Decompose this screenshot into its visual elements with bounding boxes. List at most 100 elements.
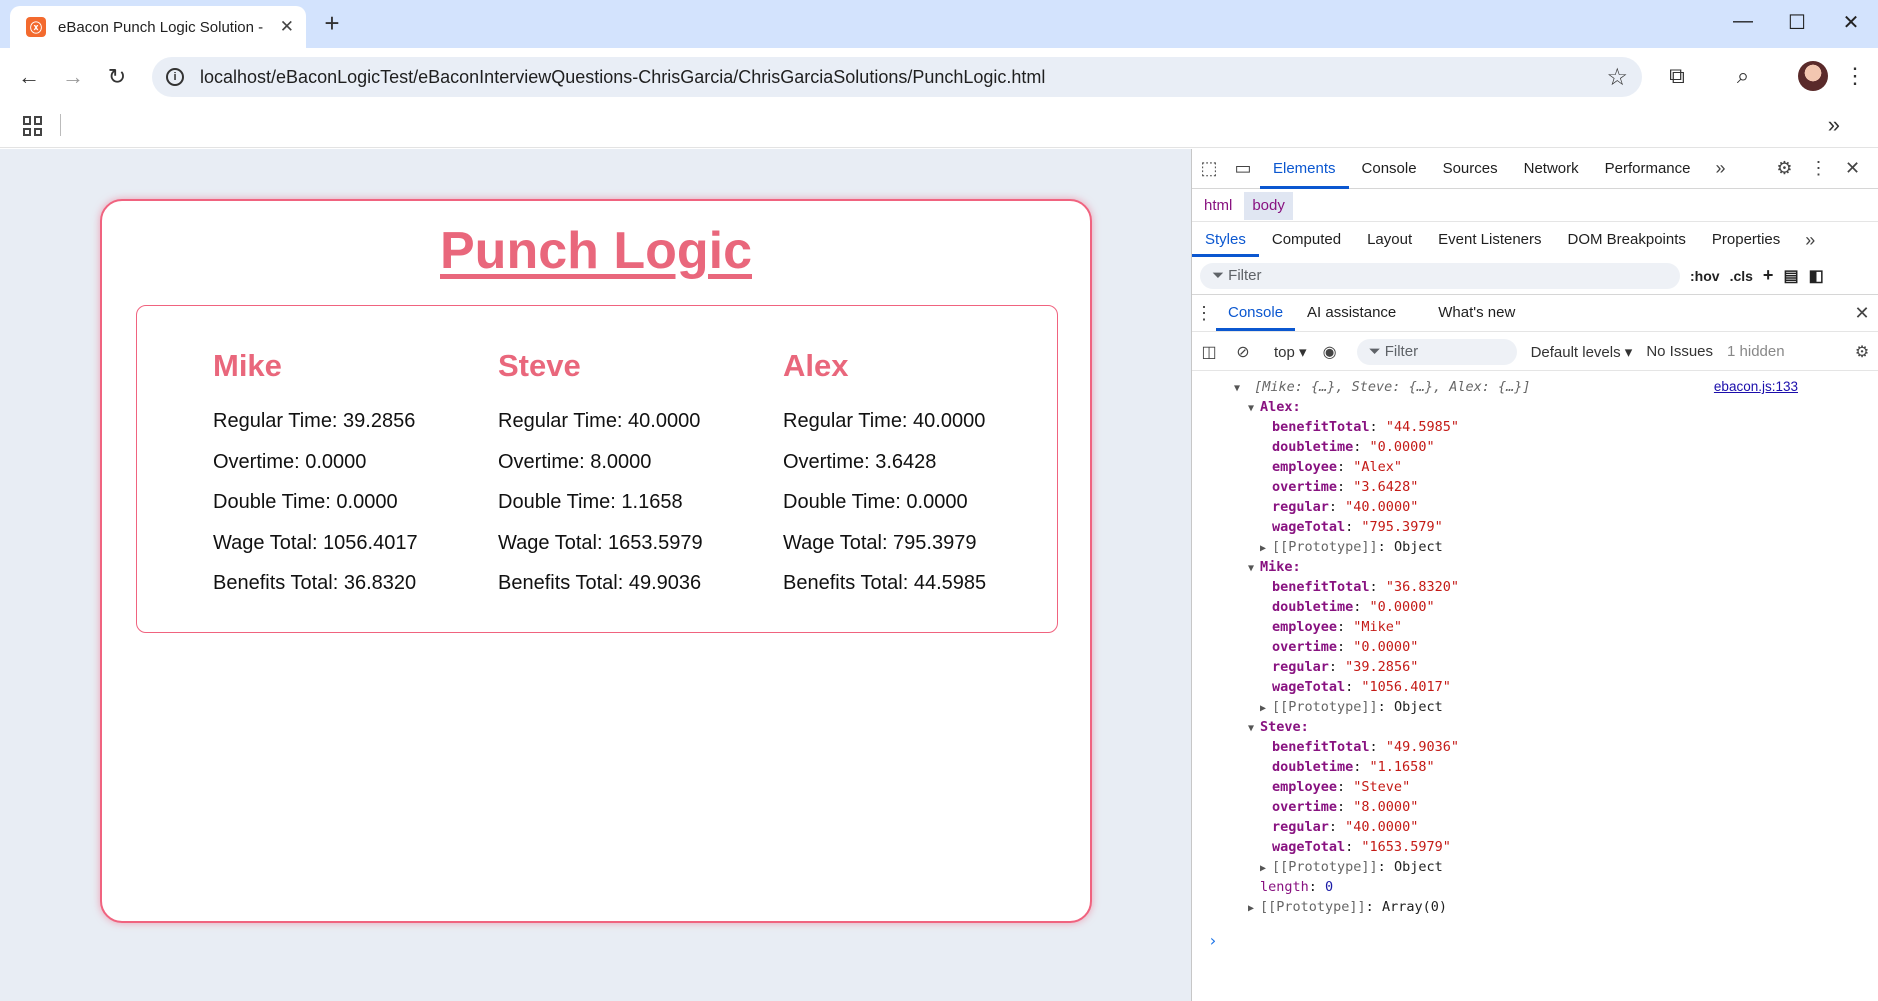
subtab-dom-breakpoints[interactable]: DOM Breakpoints (1555, 223, 1699, 257)
subtab-computed[interactable]: Computed (1259, 223, 1354, 257)
close-devtools-icon[interactable]: ✕ (1836, 158, 1870, 179)
expand-triangle-icon[interactable]: ▶ (1248, 899, 1260, 919)
subtab-styles[interactable]: Styles (1192, 223, 1259, 257)
more-tabs-icon[interactable]: » (1704, 158, 1738, 179)
console-toolbar: ◫ ⊘ top ▾ ◉ ⏷ Filter Default levels ▾ No… (1192, 333, 1878, 371)
expand-triangle-icon[interactable]: ▶ (1260, 539, 1272, 559)
reload-button[interactable]: ↻ (101, 61, 133, 93)
close-window-button[interactable]: ✕ (1836, 10, 1866, 35)
bookmarks-overflow-icon[interactable]: » (1828, 112, 1840, 138)
expand-triangle-icon[interactable]: ▶ (1260, 699, 1272, 719)
object-key: Alex (1260, 399, 1293, 415)
styles-filter-bar: ⏷ Filter :hov .cls + ▤ ◧ (1192, 257, 1878, 295)
benefits-total: Benefits Total: 44.5985 (783, 572, 987, 594)
console-prompt-icon[interactable]: › (1208, 931, 1218, 951)
console-settings-gear-icon[interactable]: ⚙ (1845, 342, 1878, 362)
console-filter-input[interactable]: ⏷ Filter (1356, 338, 1517, 365)
subtab-layout[interactable]: Layout (1354, 223, 1425, 257)
issues-count[interactable]: No Issues (1646, 343, 1713, 360)
prototype-row[interactable]: ▶ [[Prototype]]: Object (1260, 537, 1443, 557)
hov-button[interactable]: :hov (1690, 268, 1720, 284)
settings-gear-icon[interactable]: ⚙ (1768, 158, 1802, 179)
close-tab-icon[interactable]: ✕ (280, 17, 294, 37)
paint-icon[interactable]: ▤ (1783, 266, 1798, 286)
breadcrumb-html[interactable]: html (1196, 192, 1240, 220)
site-info-icon[interactable]: i (166, 68, 184, 86)
console-output: ▼ [Mike: {…}, Steve: {…}, Alex: {…}] eba… (1192, 371, 1878, 1001)
more-subtabs-icon[interactable]: » (1793, 230, 1827, 251)
apps-grid-icon[interactable] (23, 116, 43, 136)
devtools-menu-icon[interactable]: ⋮ (1802, 158, 1836, 179)
tab-sources[interactable]: Sources (1430, 149, 1511, 189)
overtime: Overtime: 8.0000 (498, 450, 652, 473)
extensions-icon[interactable]: ⧉ (1662, 63, 1692, 89)
forward-button[interactable]: → (57, 61, 89, 93)
live-expression-eye-icon[interactable]: ◉ (1313, 342, 1347, 362)
toggle-sidebar-icon[interactable]: ◧ (1809, 266, 1824, 286)
log-source-link[interactable]: ebacon.js:133 (1714, 377, 1798, 397)
menu-kebab-icon[interactable]: ⋮ (1840, 63, 1870, 89)
object-key-row[interactable]: ▼ Mike: (1248, 557, 1301, 577)
tab-console[interactable]: Console (1349, 149, 1430, 189)
object-key-row[interactable]: ▼ Alex: (1248, 397, 1301, 417)
expand-triangle-icon[interactable]: ▶ (1260, 859, 1272, 879)
address-bar[interactable]: i localhost/eBaconLogicTest/eBaconInterv… (152, 57, 1642, 97)
collapse-triangle-icon[interactable]: ▼ (1248, 399, 1260, 419)
property-row: overtime: "3.6428" (1272, 479, 1419, 495)
styles-filter-input[interactable]: ⏷ Filter (1200, 262, 1680, 289)
url-text[interactable]: localhost/eBaconLogicTest/eBaconIntervie… (200, 67, 1045, 88)
subtab-properties[interactable]: Properties (1699, 223, 1793, 257)
double-time: Double Time: 1.1658 (498, 491, 683, 513)
browser-tab[interactable]: ⓧ eBacon Punch Logic Solution - Go ✕ (10, 6, 306, 48)
close-drawer-icon[interactable]: ✕ (1845, 303, 1878, 324)
collapse-triangle-icon[interactable]: ▼ (1248, 559, 1260, 579)
clear-console-icon[interactable]: ⊘ (1226, 342, 1260, 362)
console-log-entry[interactable]: ▼ [Mike: {…}, Steve: {…}, Alex: {…}] eba… (1234, 377, 1834, 397)
bookmark-star-icon[interactable]: ☆ (1606, 63, 1628, 92)
back-button[interactable]: ← (13, 61, 45, 93)
property-row: benefitTotal: "36.8320" (1272, 579, 1459, 595)
tab-elements[interactable]: Elements (1260, 149, 1349, 189)
array-prototype-row[interactable]: ▶ [[Prototype]]: Array(0) (1248, 897, 1447, 917)
tab-performance[interactable]: Performance (1592, 149, 1704, 189)
drawer-tab-whats-new[interactable]: What's new (1426, 295, 1527, 331)
bookmarks-divider (60, 114, 61, 136)
drawer-menu-icon[interactable]: ⋮ (1192, 303, 1216, 324)
drawer-tab-console[interactable]: Console (1216, 295, 1296, 331)
tab-search-icon[interactable]: ⌕ (1728, 63, 1758, 89)
tab-network[interactable]: Network (1511, 149, 1592, 189)
prototype-key: [[Prototype]] (1272, 859, 1378, 875)
property-value: "0.0000" (1353, 639, 1419, 655)
breadcrumb-body[interactable]: body (1244, 191, 1293, 220)
context-select[interactable]: top ▾ (1268, 343, 1313, 361)
new-style-rule-icon[interactable]: + (1763, 265, 1774, 286)
devtools-panel: ⬚ ▭ Elements Console Sources Network Per… (1191, 149, 1878, 1001)
property-key: overtime (1272, 479, 1338, 495)
property-key: overtime (1272, 639, 1338, 655)
new-tab-button[interactable]: + (318, 10, 346, 38)
collapse-triangle-icon[interactable]: ▼ (1248, 719, 1260, 739)
employee-column-mike: Mike Regular Time: 39.2856 Overtime: 0.0… (213, 348, 418, 613)
prototype-key: [[Prototype]] (1272, 539, 1378, 555)
length-value: 0 (1325, 879, 1334, 895)
drawer-tab-ai-assistance[interactable]: AI assistance (1295, 295, 1408, 331)
prototype-row[interactable]: ▶ [[Prototype]]: Object (1260, 857, 1443, 877)
minimize-button[interactable]: — (1728, 10, 1758, 33)
subtab-event-listeners[interactable]: Event Listeners (1425, 223, 1554, 257)
employee-name: Steve (498, 348, 581, 383)
profile-avatar[interactable] (1798, 61, 1828, 91)
property-row: regular: "39.2856" (1272, 659, 1419, 675)
device-toolbar-icon[interactable]: ▭ (1226, 158, 1260, 179)
log-levels-dropdown[interactable]: Default levels ▾ (1531, 343, 1633, 361)
cls-button[interactable]: .cls (1730, 268, 1753, 284)
overtime: Overtime: 3.6428 (783, 450, 937, 473)
object-key-row[interactable]: ▼ Steve: (1248, 717, 1309, 737)
bookmarks-bar: » (0, 106, 1878, 148)
prototype-row[interactable]: ▶ [[Prototype]]: Object (1260, 697, 1443, 717)
maximize-button[interactable]: ☐ (1782, 10, 1812, 35)
console-sidebar-icon[interactable]: ◫ (1192, 342, 1226, 362)
property-row: wageTotal: "1056.4017" (1272, 679, 1451, 695)
property-key: regular (1272, 499, 1329, 515)
inspect-element-icon[interactable]: ⬚ (1192, 158, 1226, 179)
collapse-triangle-icon[interactable]: ▼ (1234, 379, 1246, 399)
